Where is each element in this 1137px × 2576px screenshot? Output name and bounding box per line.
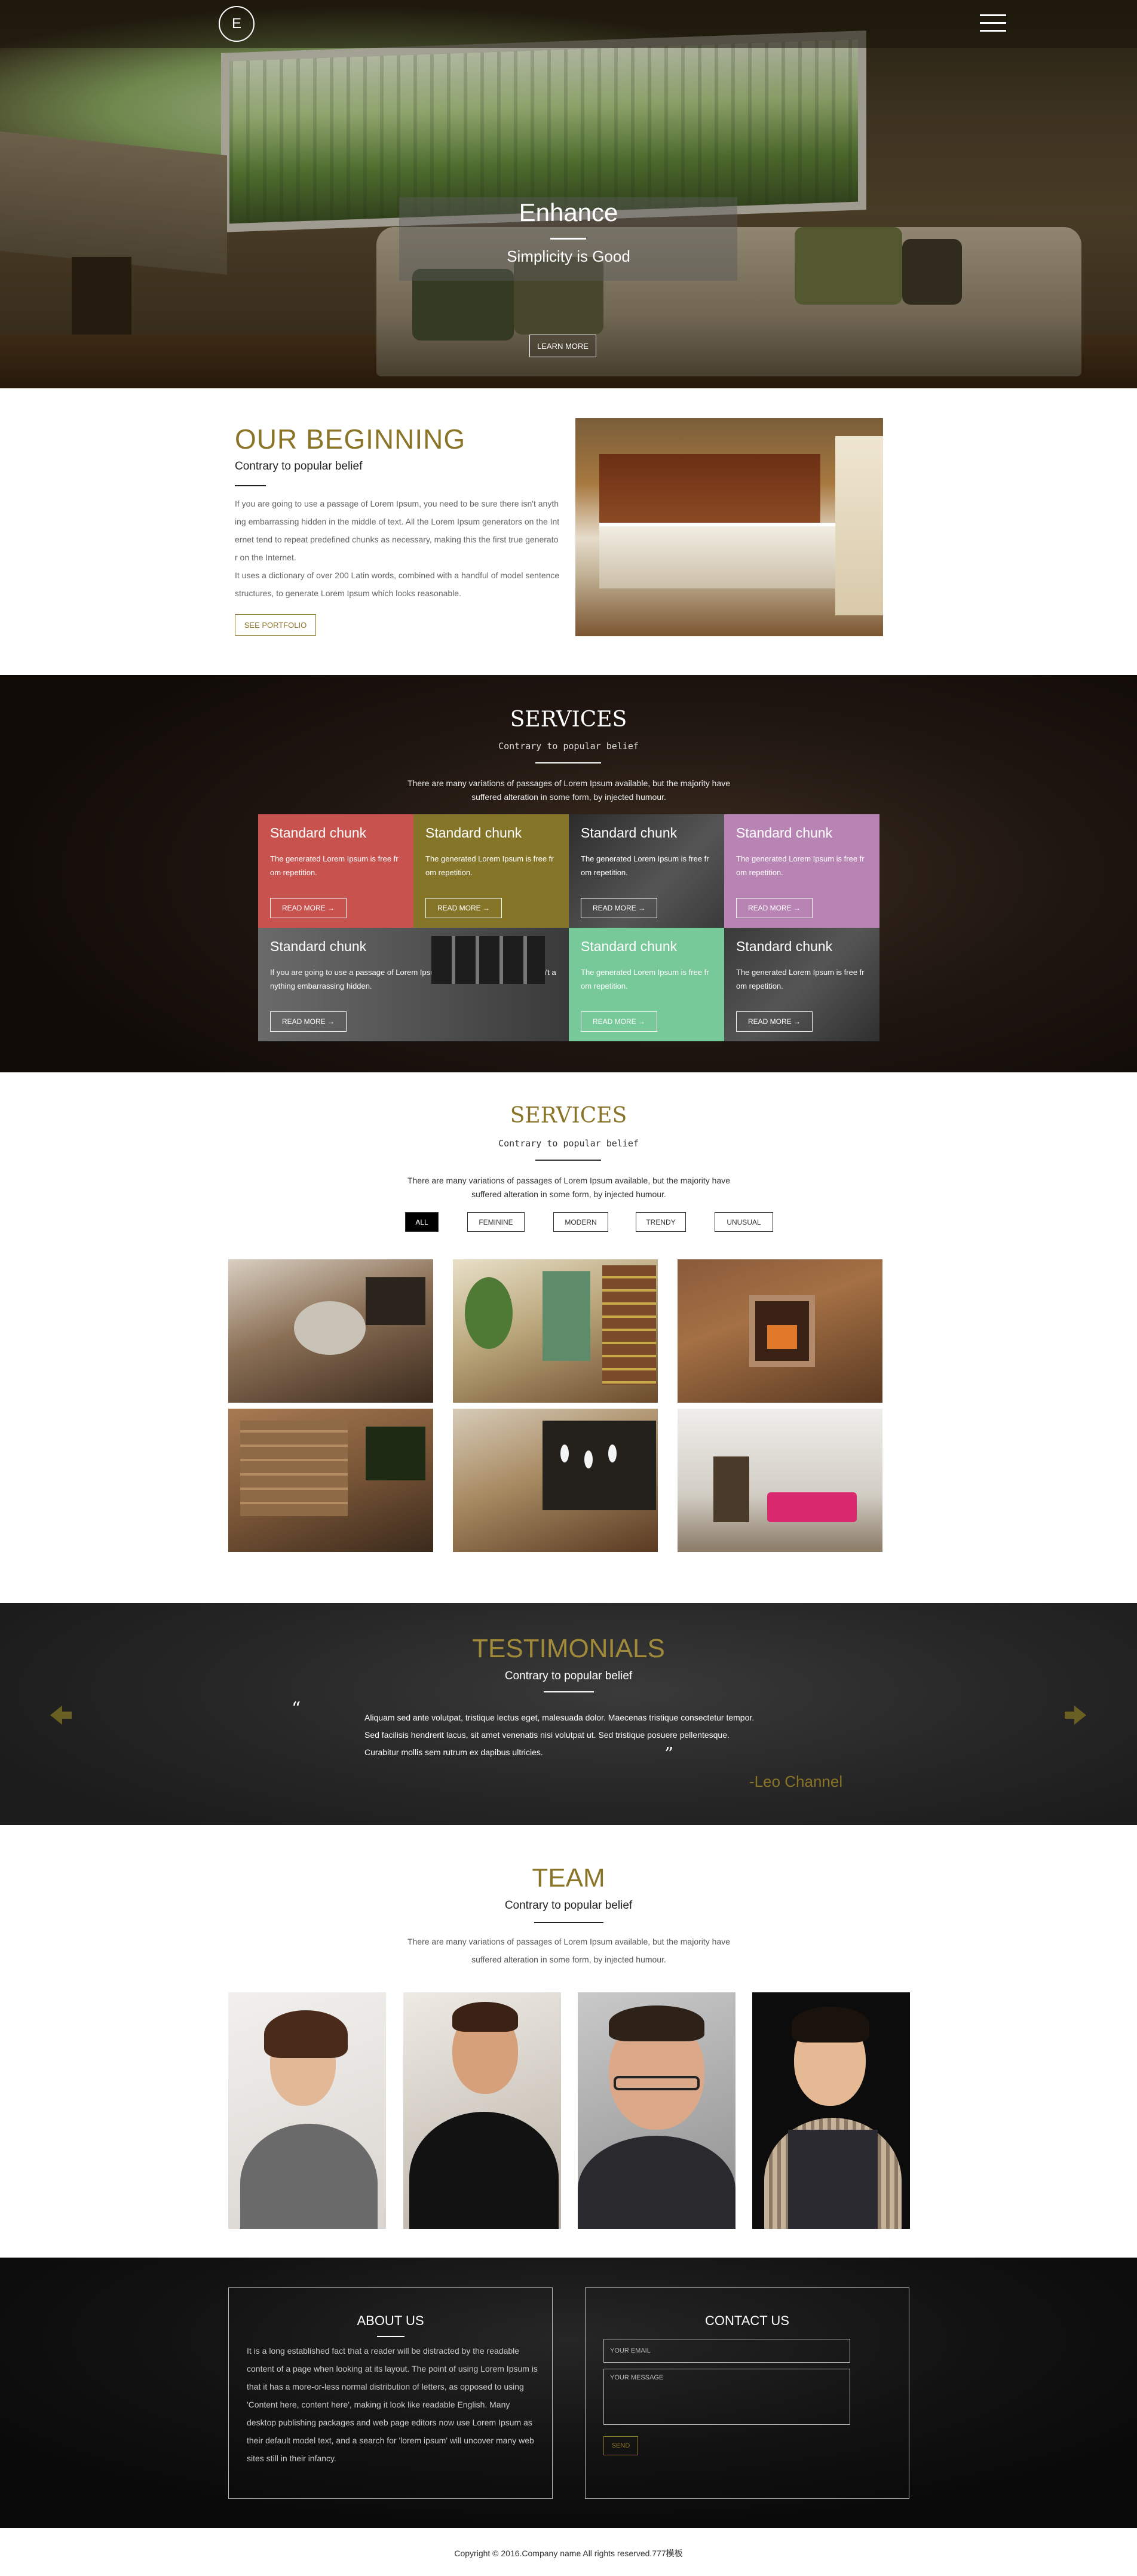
service-card: Standard chunk The generated Lorem Ipsum… (724, 928, 879, 1041)
beginning-text: If you are going to use a passage of Lor… (235, 495, 560, 602)
beginning-section: OUR BEGINNING Contrary to popular belief… (0, 388, 1137, 675)
card-text: The generated Lorem Ipsum is free from r… (736, 968, 865, 990)
email-field[interactable] (603, 2339, 850, 2363)
card-title: Standard chunk (736, 939, 833, 954)
portfolio-section: SERVICES Contrary to popular belief Ther… (0, 1072, 1137, 1603)
beginning-divider (235, 485, 266, 486)
card-text: The generated Lorem Ipsum is free from r… (581, 854, 709, 877)
card-text: The generated Lorem Ipsum is free from r… (270, 854, 399, 877)
team-member-photo[interactable] (403, 1992, 561, 2229)
hamburger-menu-icon[interactable] (980, 14, 1006, 33)
beginning-paragraph: It uses a dictionary of over 200 Latin w… (235, 571, 560, 598)
team-member-photo[interactable] (578, 1992, 735, 2229)
portfolio-image[interactable] (228, 1259, 433, 1403)
see-portfolio-button[interactable]: SEE PORTFOLIO (235, 614, 316, 636)
services-subtitle: Contrary to popular belief (498, 741, 639, 752)
service-card: Standard chunk The generated Lorem Ipsum… (569, 814, 724, 928)
team-section: TEAM Contrary to popular belief There ar… (0, 1825, 1137, 2258)
read-more-button[interactable]: READ MORE → (581, 1011, 657, 1032)
beginning-title: OUR BEGINNING (235, 424, 466, 455)
beginning-subtitle: Contrary to popular belief (235, 460, 363, 473)
services-divider (535, 762, 601, 763)
read-more-button[interactable]: READ MORE → (736, 1011, 813, 1032)
services-title: SERVICES (510, 707, 627, 732)
service-card-wide: Standard chunk If you are going to use a… (258, 928, 569, 1041)
hero-overlay (0, 0, 1137, 388)
service-card: Standard chunk The generated Lorem Ipsum… (413, 814, 569, 928)
card-title: Standard chunk (270, 825, 367, 841)
about-panel: ABOUT US It is a long established fact t… (228, 2287, 553, 2499)
copyright-text: Copyright © 2016.Company name All rights… (0, 2528, 1137, 2576)
testimonials-title: TESTIMONIALS (472, 1634, 665, 1663)
page: E Enhance Simplicity is Good LEARN MORE … (0, 0, 1137, 2576)
services-description: There are many variations of passages of… (407, 778, 731, 802)
testimonials-subtitle: Contrary to popular belief (504, 1670, 633, 1682)
read-more-button[interactable]: READ MORE → (581, 898, 657, 918)
portfolio-divider (535, 1160, 601, 1161)
top-navbar: E (0, 0, 1137, 48)
service-card: Standard chunk The generated Lorem Ipsum… (569, 928, 724, 1041)
read-more-button[interactable]: READ MORE → (270, 1011, 347, 1032)
site-logo[interactable]: E (219, 6, 255, 42)
testimonial-author: -Leo Channel (749, 1772, 843, 1790)
services-section: SERVICES Contrary to popular belief Ther… (0, 675, 1137, 1072)
card-text: The generated Lorem Ipsum is free from r… (736, 854, 865, 877)
contact-title: CONTACT US (705, 2313, 789, 2328)
filter-unusual[interactable]: UNUSUAL (715, 1212, 773, 1232)
next-arrow-icon[interactable] (1062, 1702, 1089, 1728)
portfolio-image[interactable] (678, 1409, 882, 1552)
card-title: Standard chunk (736, 825, 833, 841)
team-member-photo[interactable] (228, 1992, 386, 2229)
read-more-button[interactable]: READ MORE → (270, 898, 347, 918)
hero-title: Enhance (519, 198, 618, 226)
message-field[interactable] (603, 2369, 850, 2425)
testimonials-section: TESTIMONIALS Contrary to popular belief … (0, 1603, 1137, 1825)
team-subtitle: Contrary to popular belief (504, 1899, 633, 1912)
card-text: The generated Lorem Ipsum is free from r… (581, 968, 709, 990)
testimonial-quote: Aliquam sed ante volutpat, tristique lec… (364, 1713, 755, 1757)
testimonials-divider (544, 1691, 594, 1692)
about-title: ABOUT US (357, 2313, 424, 2328)
read-more-button[interactable]: READ MORE → (425, 898, 502, 918)
card-title: Standard chunk (581, 939, 678, 954)
filter-feminine[interactable]: FEMININE (467, 1212, 525, 1232)
hero-subtitle: Simplicity is Good (507, 247, 630, 265)
team-member-photo[interactable] (752, 1992, 910, 2229)
filter-trendy[interactable]: TRENDY (636, 1212, 686, 1232)
read-more-button[interactable]: READ MORE → (736, 898, 813, 918)
portfolio-image[interactable] (453, 1259, 658, 1403)
hero-divider (550, 238, 586, 240)
about-divider (377, 2336, 404, 2337)
about-text: It is a long established fact that a rea… (247, 2346, 538, 2463)
hero-section: E Enhance Simplicity is Good LEARN MORE (0, 0, 1137, 388)
service-card: Standard chunk The generated Lorem Ipsum… (724, 814, 879, 928)
team-title: TEAM (532, 1863, 605, 1893)
portfolio-title: SERVICES (510, 1103, 627, 1128)
quote-close-icon: ” (664, 1744, 674, 1765)
picture-frames-image (431, 936, 545, 984)
service-card: Standard chunk The generated Lorem Ipsum… (258, 814, 413, 928)
contact-panel: CONTACT US SEND (585, 2287, 909, 2499)
kitchen-image (575, 418, 883, 636)
learn-more-button[interactable]: LEARN MORE (529, 335, 596, 357)
card-text: The generated Lorem Ipsum is free from r… (425, 854, 554, 877)
portfolio-subtitle: Contrary to popular belief (498, 1138, 639, 1149)
portfolio-image[interactable] (453, 1409, 658, 1552)
card-title: Standard chunk (581, 825, 678, 841)
quote-open-icon: “ (292, 1698, 301, 1719)
portfolio-image[interactable] (228, 1409, 433, 1552)
footer-section: ABOUT US It is a long established fact t… (0, 2258, 1137, 2528)
team-description: There are many variations of passages of… (407, 1937, 731, 1964)
card-title: Standard chunk (425, 825, 522, 841)
portfolio-description: There are many variations of passages of… (407, 1176, 731, 1199)
filter-modern[interactable]: MODERN (553, 1212, 608, 1232)
beginning-paragraph: If you are going to use a passage of Lor… (235, 499, 560, 562)
team-divider (534, 1922, 603, 1923)
prev-arrow-icon[interactable] (48, 1702, 74, 1728)
portfolio-image[interactable] (678, 1259, 882, 1403)
send-button[interactable]: SEND (603, 2436, 638, 2455)
filter-all[interactable]: ALL (405, 1212, 439, 1232)
